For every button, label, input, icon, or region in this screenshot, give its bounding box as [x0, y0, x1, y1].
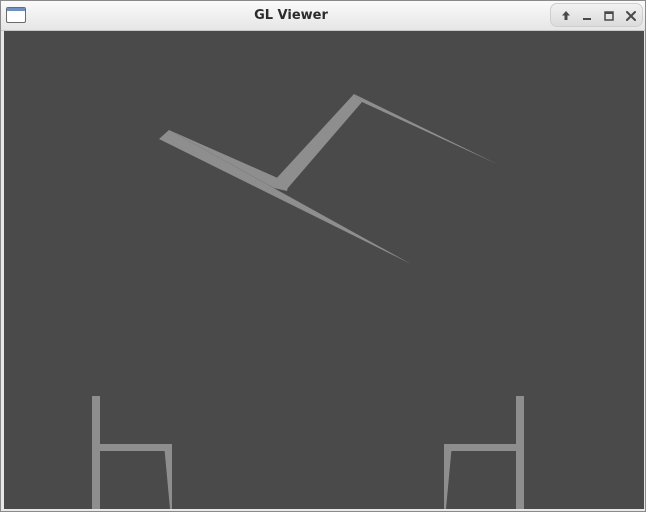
right-chair-shape — [444, 396, 524, 509]
right-chair-front-leg — [444, 444, 452, 509]
right-chair-seat — [444, 444, 524, 451]
window-controls — [550, 3, 643, 27]
tilted-chair-back — [274, 94, 362, 189]
title-bar[interactable]: GL Viewer — [1, 1, 645, 31]
gl-render-viewport[interactable] — [4, 31, 644, 509]
left-chair-front-leg — [164, 444, 172, 509]
window-title: GL Viewer — [254, 8, 328, 23]
arrow-up-icon[interactable] — [557, 7, 575, 25]
close-icon[interactable] — [622, 7, 640, 25]
tilted-chair-shape — [159, 94, 497, 264]
tilted-chair-cross — [169, 130, 289, 191]
maximize-icon[interactable] — [600, 7, 618, 25]
gl-viewer-window: GL Viewer — [0, 0, 646, 512]
tilted-chair-seat — [159, 130, 411, 264]
tilted-chair-leg — [354, 94, 497, 164]
left-chair-shape — [92, 396, 172, 509]
left-chair-seat — [92, 444, 172, 451]
minimize-icon[interactable] — [578, 7, 596, 25]
